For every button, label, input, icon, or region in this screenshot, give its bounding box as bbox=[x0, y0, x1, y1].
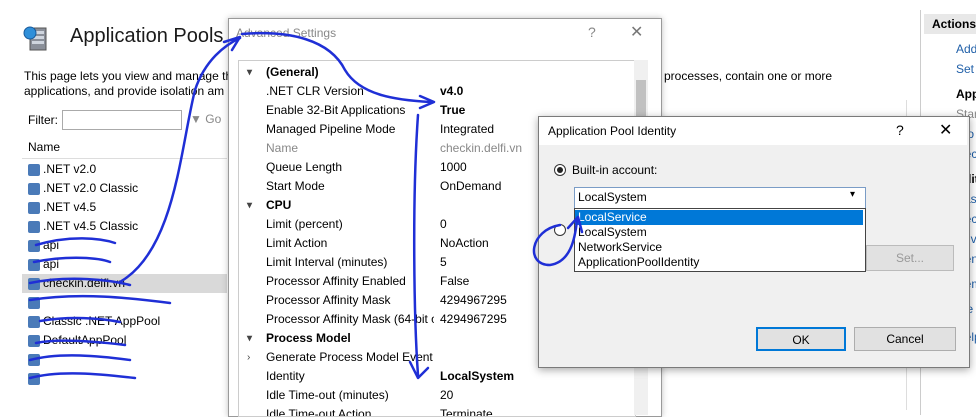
pool-name: .NET v4.5 Classic bbox=[43, 219, 139, 233]
property-name: Start Mode bbox=[266, 179, 325, 193]
pool-row[interactable]: .NET v4.5 Classic bbox=[22, 217, 227, 236]
section-caret-icon[interactable]: ▾ bbox=[247, 63, 252, 82]
pool-icon bbox=[28, 372, 40, 385]
pool-icon bbox=[28, 353, 40, 366]
pool-name: DefaultAppPool bbox=[43, 333, 127, 347]
go-button[interactable]: ▼ Go bbox=[190, 112, 221, 126]
property-name: Idle Time-out Action bbox=[266, 407, 372, 417]
funnel-icon: ▼ bbox=[190, 112, 202, 126]
filter-label: Filter: bbox=[28, 113, 58, 127]
property-name: Name bbox=[266, 141, 299, 155]
option-localservice[interactable]: LocalService bbox=[575, 210, 863, 225]
close-icon[interactable]: ✕ bbox=[630, 22, 643, 42]
property-name: Processor Affinity Enabled bbox=[266, 274, 406, 288]
action-add[interactable]: Add bbox=[956, 42, 976, 56]
pool-icon bbox=[28, 315, 40, 328]
pool-icon bbox=[28, 334, 40, 347]
pool-icon bbox=[28, 239, 40, 252]
pool-icon bbox=[28, 296, 40, 309]
account-combobox-value: LocalSystem bbox=[578, 190, 647, 204]
help-icon[interactable]: ? bbox=[896, 122, 904, 138]
property-row[interactable]: Identity LocalSystem bbox=[239, 367, 635, 386]
property-value[interactable]: 20 bbox=[440, 386, 630, 405]
builtin-account-label: Built-in account: bbox=[572, 163, 658, 177]
application-pools-icon bbox=[23, 26, 47, 51]
actions-title: Actions bbox=[924, 14, 976, 34]
property-name: Processor Affinity Mask (64-bit o bbox=[266, 312, 434, 326]
identity-dialog-title: Application Pool Identity bbox=[548, 124, 677, 138]
property-name: Processor Affinity Mask bbox=[266, 293, 391, 307]
section-label: Process Model bbox=[266, 331, 351, 345]
pool-icon bbox=[28, 163, 40, 176]
property-row[interactable]: .NET CLR Version v4.0 bbox=[239, 82, 635, 101]
column-header-name[interactable]: Name bbox=[28, 140, 60, 154]
pool-icon bbox=[28, 277, 40, 290]
set-button[interactable]: Set... bbox=[866, 245, 954, 271]
filter-input[interactable] bbox=[62, 110, 182, 130]
chevron-down-icon[interactable]: ▾ bbox=[850, 189, 855, 200]
property-name: Generate Process Model Event L bbox=[266, 350, 434, 364]
pool-name: Classic .NET AppPool bbox=[43, 314, 161, 328]
pool-row[interactable]: .NET v2.0 bbox=[22, 160, 227, 179]
help-icon[interactable]: ? bbox=[588, 24, 596, 40]
section-label: CPU bbox=[266, 198, 292, 212]
page-description-line2: applications, and provide isolation am bbox=[24, 84, 225, 98]
property-name: Queue Length bbox=[266, 160, 343, 174]
pool-name: .NET v2.0 Classic bbox=[43, 181, 139, 195]
builtin-account-radio[interactable] bbox=[554, 164, 566, 176]
pool-row[interactable] bbox=[22, 350, 227, 369]
pool-icon bbox=[28, 258, 40, 271]
go-label: Go bbox=[205, 112, 222, 126]
ok-button[interactable]: OK bbox=[756, 327, 846, 351]
option-applicationpoolidentity[interactable]: ApplicationPoolIdentity bbox=[575, 255, 863, 270]
action-set[interactable]: Set bbox=[956, 62, 974, 76]
pool-icon bbox=[28, 182, 40, 195]
option-networkservice[interactable]: NetworkService bbox=[575, 240, 863, 255]
pool-row-selected[interactable]: checkin.delfi.vn bbox=[22, 274, 227, 293]
property-name: Limit Action bbox=[266, 236, 328, 250]
section-label: (General) bbox=[266, 65, 319, 79]
custom-account-radio[interactable] bbox=[554, 224, 566, 236]
advanced-settings-title: Advanced Settings bbox=[236, 26, 337, 40]
pool-icon bbox=[28, 201, 40, 214]
pool-name: checkin.delfi.vn bbox=[43, 276, 126, 290]
property-name: Limit Interval (minutes) bbox=[266, 255, 388, 269]
property-value[interactable]: Terminate bbox=[440, 405, 630, 416]
pool-name: .NET v4.5 bbox=[43, 200, 97, 214]
property-name: Idle Time-out (minutes) bbox=[266, 388, 389, 402]
expand-caret-icon[interactable]: › bbox=[247, 348, 250, 367]
property-row[interactable]: Idle Time-out Action Terminate bbox=[239, 405, 635, 417]
property-section[interactable]: ▾ (General) bbox=[239, 63, 635, 82]
cancel-button[interactable]: Cancel bbox=[854, 327, 956, 351]
pool-row[interactable] bbox=[22, 369, 227, 388]
action-section-app: App bbox=[956, 87, 976, 101]
pool-row[interactable]: Classic .NET AppPool bbox=[22, 312, 227, 331]
pool-list: .NET v2.0 .NET v2.0 Classic .NET v4.5 .N… bbox=[22, 160, 227, 388]
page-description-right: er processes, contain one or more bbox=[650, 69, 833, 83]
property-name: Enable 32-Bit Applications bbox=[266, 103, 406, 117]
section-caret-icon[interactable]: ▾ bbox=[247, 329, 252, 348]
pool-row[interactable]: api bbox=[22, 236, 227, 255]
section-caret-icon[interactable]: ▾ bbox=[247, 196, 252, 215]
pool-row[interactable] bbox=[22, 293, 227, 312]
property-name: Identity bbox=[266, 369, 305, 383]
close-icon[interactable]: ✕ bbox=[939, 120, 952, 140]
property-row[interactable]: Idle Time-out (minutes) 20 bbox=[239, 386, 635, 405]
pool-icon bbox=[28, 220, 40, 233]
pool-row[interactable]: api bbox=[22, 255, 227, 274]
option-localsystem[interactable]: LocalSystem bbox=[575, 225, 863, 240]
page-description-left: This page lets you view and manage the bbox=[24, 69, 239, 83]
pool-row[interactable]: .NET v2.0 Classic bbox=[22, 179, 227, 198]
pool-name: .NET v2.0 bbox=[43, 162, 97, 176]
property-name: .NET CLR Version bbox=[266, 84, 364, 98]
page-title: Application Pools bbox=[70, 25, 224, 47]
pool-row[interactable]: DefaultAppPool bbox=[22, 331, 227, 350]
property-name: Managed Pipeline Mode bbox=[266, 122, 396, 136]
property-value[interactable]: LocalSystem bbox=[440, 367, 630, 386]
pool-row[interactable]: .NET v4.5 bbox=[22, 198, 227, 217]
property-value[interactable]: v4.0 bbox=[440, 82, 630, 101]
pool-name: api bbox=[43, 257, 60, 271]
property-name: Limit (percent) bbox=[266, 217, 343, 231]
pool-name: api bbox=[43, 238, 60, 252]
